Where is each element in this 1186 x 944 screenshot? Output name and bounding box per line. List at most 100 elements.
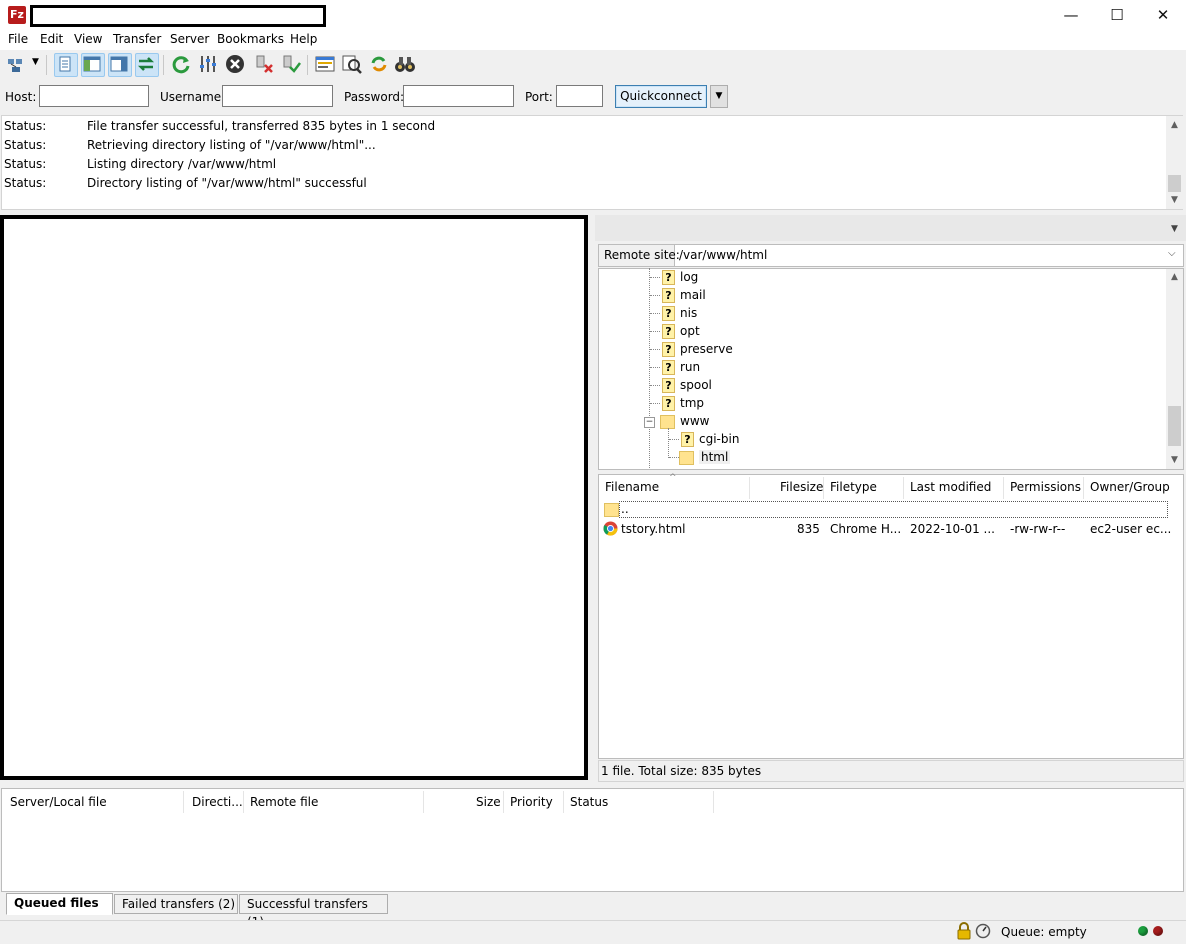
column-filetype[interactable]: Filetype bbox=[830, 480, 877, 494]
scroll-up-icon[interactable]: ▲ bbox=[1166, 272, 1183, 282]
toggle-local-tree-icon[interactable] bbox=[81, 53, 105, 77]
queue-col-remote-file[interactable]: Remote file bbox=[250, 795, 318, 809]
speed-limit-icon[interactable] bbox=[975, 923, 991, 939]
log-message: Retrieving directory listing of "/var/ww… bbox=[87, 138, 376, 152]
column-divider[interactable] bbox=[1083, 477, 1084, 499]
column-last-modified[interactable]: Last modified bbox=[910, 480, 991, 494]
log-label: Status: bbox=[4, 119, 47, 133]
scroll-up-icon[interactable]: ▲ bbox=[1166, 120, 1183, 130]
column-divider[interactable] bbox=[713, 791, 714, 813]
scroll-down-icon[interactable]: ▼ bbox=[1166, 195, 1183, 205]
toggle-queue-icon[interactable] bbox=[135, 53, 159, 77]
unknown-folder-icon: ? bbox=[662, 396, 675, 411]
tree-item-mail[interactable]: ? mail bbox=[650, 286, 706, 304]
tab-queued-files[interactable]: Queued files bbox=[6, 893, 113, 915]
tree-item-html[interactable]: html bbox=[669, 448, 731, 466]
process-queue-icon[interactable] bbox=[197, 53, 219, 75]
menu-server[interactable]: Server bbox=[170, 32, 209, 46]
site-manager-dropdown-icon[interactable]: ▼ bbox=[32, 57, 39, 67]
maximize-button[interactable]: ☐ bbox=[1094, 0, 1140, 30]
column-divider[interactable] bbox=[903, 477, 904, 499]
menu-file[interactable]: File bbox=[8, 32, 28, 46]
quickconnect-dropdown-icon[interactable]: ▼ bbox=[710, 85, 728, 108]
queue-col-status[interactable]: Status bbox=[570, 795, 608, 809]
remote-path-dropdown-icon[interactable]: ⌵ bbox=[1168, 248, 1176, 259]
file-type: Chrome H... bbox=[830, 522, 902, 536]
toolbar-separator bbox=[46, 55, 47, 75]
port-label: Port: bbox=[525, 90, 553, 104]
reconnect-icon[interactable] bbox=[280, 53, 302, 75]
column-divider[interactable] bbox=[749, 477, 750, 499]
quickconnect-button[interactable]: Quickconnect bbox=[615, 85, 707, 108]
log-scroll-thumb[interactable] bbox=[1168, 175, 1181, 192]
collapse-www-icon[interactable]: − bbox=[644, 417, 655, 428]
password-input[interactable] bbox=[403, 85, 514, 107]
column-owner-group[interactable]: Owner/Group bbox=[1090, 480, 1170, 494]
menu-view[interactable]: View bbox=[74, 32, 102, 46]
tree-item-spool[interactable]: ? spool bbox=[650, 376, 712, 394]
file-modified: 2022-10-01 ... bbox=[910, 522, 995, 536]
toolbar-separator bbox=[163, 55, 164, 75]
tab-failed-transfers[interactable]: Failed transfers (2) bbox=[114, 894, 238, 914]
queue-col-size[interactable]: Size bbox=[476, 795, 501, 809]
username-label: Username: bbox=[160, 90, 226, 104]
column-divider[interactable] bbox=[243, 791, 244, 813]
menu-help[interactable]: Help bbox=[290, 32, 317, 46]
parent-dir-row[interactable] bbox=[619, 501, 1168, 518]
queue-col-direction[interactable]: Directi... bbox=[192, 795, 243, 809]
column-divider[interactable] bbox=[423, 791, 424, 813]
file-owner: ec2-user ec... bbox=[1090, 522, 1172, 536]
column-divider[interactable] bbox=[183, 791, 184, 813]
tree-scroll-thumb[interactable] bbox=[1168, 406, 1181, 446]
refresh-icon[interactable] bbox=[170, 53, 192, 75]
disconnect-icon[interactable] bbox=[253, 53, 275, 75]
tree-item-nis[interactable]: ? nis bbox=[650, 304, 697, 322]
username-input[interactable] bbox=[222, 85, 333, 107]
synchronized-browsing-icon[interactable] bbox=[368, 53, 390, 75]
file-name[interactable]: tstory.html bbox=[621, 522, 685, 536]
host-input[interactable] bbox=[39, 85, 149, 107]
scroll-down-icon[interactable]: ▼ bbox=[1166, 455, 1183, 465]
column-divider[interactable] bbox=[1003, 477, 1004, 499]
site-manager-icon[interactable] bbox=[6, 53, 28, 75]
remote-site-label: Remote site: bbox=[604, 248, 680, 262]
menu-edit[interactable]: Edit bbox=[40, 32, 63, 46]
unknown-folder-icon: ? bbox=[662, 324, 675, 339]
sort-ascending-icon: ^ bbox=[669, 473, 677, 483]
column-permissions[interactable]: Permissions bbox=[1010, 480, 1081, 494]
tree-item-run[interactable]: ? run bbox=[650, 358, 700, 376]
tab-successful-transfers[interactable]: Successful transfers (1) bbox=[239, 894, 388, 929]
toggle-remote-tree-icon[interactable] bbox=[108, 53, 132, 77]
tab-dropdown-icon[interactable]: ▼ bbox=[1171, 224, 1178, 234]
minimize-button[interactable]: — bbox=[1048, 0, 1094, 30]
queue-status: Queue: empty bbox=[1001, 925, 1087, 939]
tree-item-preserve[interactable]: ? preserve bbox=[650, 340, 733, 358]
tree-item-cgi-bin[interactable]: ? cgi-bin bbox=[669, 430, 739, 448]
queue-col-server-local-file[interactable]: Server/Local file bbox=[10, 795, 107, 809]
column-divider[interactable] bbox=[563, 791, 564, 813]
log-message: File transfer successful, transferred 83… bbox=[87, 119, 436, 133]
menu-transfer[interactable]: Transfer bbox=[113, 32, 161, 46]
tree-item-opt[interactable]: ? opt bbox=[650, 322, 700, 340]
column-filesize[interactable]: Filesize bbox=[780, 480, 823, 494]
column-divider[interactable] bbox=[503, 791, 504, 813]
password-label: Password: bbox=[344, 90, 405, 104]
chrome-file-icon bbox=[603, 521, 618, 536]
column-divider[interactable] bbox=[823, 477, 824, 499]
tree-item-log[interactable]: ? log bbox=[650, 268, 698, 286]
remote-site-path[interactable]: /var/www/html bbox=[679, 248, 767, 262]
close-button[interactable]: ✕ bbox=[1140, 0, 1186, 30]
tree-item-tmp[interactable]: ? tmp bbox=[650, 394, 704, 412]
toolbar-separator bbox=[307, 55, 308, 75]
unknown-folder-icon: ? bbox=[662, 270, 675, 285]
directory-listing-filters-icon[interactable] bbox=[314, 53, 336, 75]
window-title-redacted bbox=[30, 5, 326, 27]
queue-col-priority[interactable]: Priority bbox=[510, 795, 553, 809]
cancel-operation-icon[interactable] bbox=[224, 53, 246, 75]
search-binoculars-icon[interactable] bbox=[394, 53, 416, 75]
column-filename[interactable]: Filename bbox=[605, 480, 659, 494]
toggle-log-icon[interactable] bbox=[54, 53, 78, 77]
directory-comparison-icon[interactable] bbox=[341, 53, 363, 75]
menu-bookmarks[interactable]: Bookmarks bbox=[217, 32, 284, 46]
port-input[interactable] bbox=[556, 85, 603, 107]
